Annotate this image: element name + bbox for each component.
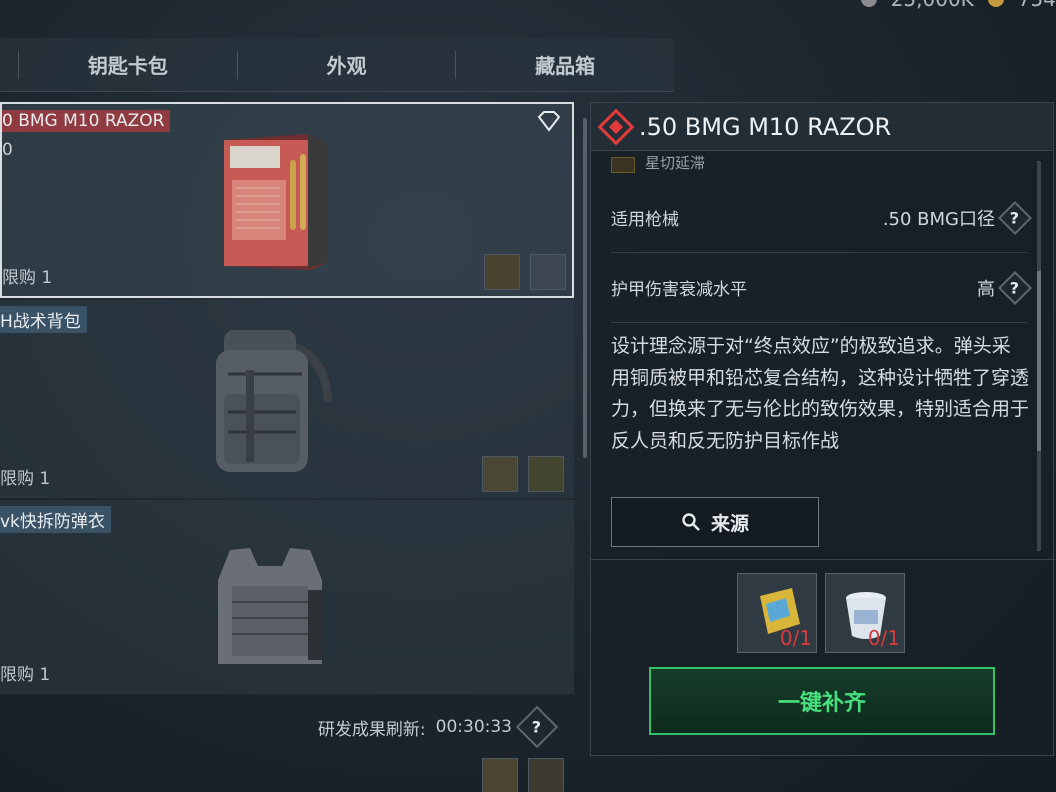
favorite-diamond-icon[interactable] <box>536 110 562 132</box>
category-tabs: 钥匙卡包 外观 藏品箱 <box>0 38 674 92</box>
rarity-diamond-icon <box>597 108 635 145</box>
coin-icon <box>860 0 877 7</box>
item-detail-panel: .50 BMG M10 RAZOR 星切延滞 适用枪械 .50 BMG口径 ? … <box>590 102 1055 756</box>
refresh-time: 00:30:33 <box>435 717 512 737</box>
item-name: H战术背包 <box>0 306 87 333</box>
tag-icon <box>611 157 635 173</box>
magazine-thumb-icon <box>482 758 518 792</box>
currency-amount-1: 25,000K <box>891 0 974 11</box>
container-thumb-icon <box>530 254 566 290</box>
source-label: 来源 <box>710 512 749 535</box>
required-item-slot[interactable]: 0/1 <box>737 573 817 653</box>
backpack-image <box>216 330 332 472</box>
stat-row-armor-damage: 护甲伤害衰减水平 高 ? <box>611 253 1032 323</box>
bullet-thumb-icon <box>528 456 564 492</box>
item-sub: 0 <box>2 140 13 160</box>
stat-value: .50 BMG口径 <box>882 208 995 230</box>
currency-amount-2: 754 <box>1018 0 1056 11</box>
refresh-label: 研发成果刷新: <box>317 719 426 740</box>
stat-row-compatible-weapon: 适用枪械 .50 BMG口径 ? <box>611 183 1032 253</box>
ammo-thumb-icon <box>482 456 518 492</box>
stat-label: 适用枪械 <box>611 210 679 230</box>
stat-label: 护甲伤害衰减水平 <box>611 280 747 300</box>
required-count: 0/1 <box>779 626 812 650</box>
ammo-box-image <box>224 134 328 270</box>
armor-vest-image <box>218 548 322 664</box>
required-count: 0/1 <box>867 626 900 650</box>
help-icon[interactable]: ? <box>998 270 1032 305</box>
ammo-thumb-icon <box>484 254 520 290</box>
list-scrollbar[interactable] <box>583 118 587 458</box>
gold-coin-icon <box>987 0 1004 7</box>
item-card-backpack[interactable]: H战术背包 限购 1 <box>0 300 574 498</box>
detail-title: .50 BMG M10 RAZOR <box>639 112 892 141</box>
refresh-help-icon[interactable]: ? <box>515 705 559 749</box>
item-card-ammo[interactable]: 0 BMG M10 RAZOR 0 限购 1 <box>0 102 574 298</box>
help-icon[interactable]: ? <box>998 200 1032 235</box>
divider <box>591 559 1055 560</box>
required-item-slot[interactable]: 0/1 <box>825 573 905 653</box>
stat-value: 高 <box>977 278 995 300</box>
purchase-limit: 限购 1 <box>0 469 51 489</box>
one-click-fill-button[interactable]: 一键补齐 <box>649 667 995 735</box>
detail-cutoff-row: 星切延滞 <box>611 155 705 173</box>
purchase-limit: 限购 1 <box>2 268 53 288</box>
search-icon <box>682 513 700 531</box>
item-card-armor-vest[interactable]: vk快拆防弹衣 限购 1 <box>0 500 574 792</box>
cutoff-text: 星切延滞 <box>645 155 706 172</box>
tab-collection-box[interactable]: 藏品箱 <box>456 38 674 91</box>
item-description: 设计理念源于对“终点效应”的极致追求。弹头采用铜质被甲和铅芯复合结构，这种设计牺… <box>611 335 1030 452</box>
source-button[interactable]: 来源 <box>611 497 819 547</box>
detail-header: .50 BMG M10 RAZOR <box>591 103 1053 151</box>
item-name: vk快拆防弹衣 <box>0 506 111 533</box>
purchase-limit: 限购 1 <box>0 665 51 685</box>
tab-keycard-pack[interactable]: 钥匙卡包 <box>19 38 237 91</box>
tab-appearance[interactable]: 外观 <box>238 38 456 91</box>
currency-bar: 25,000K 754 <box>860 0 1056 11</box>
item-list: 0 BMG M10 RAZOR 0 限购 1 H战术背包 限购 1 vk快拆防弹… <box>0 102 576 792</box>
pouch-thumb-icon <box>528 758 564 792</box>
item-name: 0 BMG M10 RAZOR <box>2 110 171 132</box>
refresh-timer: 研发成果刷新: 00:30:33 ? <box>317 705 559 749</box>
detail-scrollbar[interactable] <box>1037 161 1041 551</box>
